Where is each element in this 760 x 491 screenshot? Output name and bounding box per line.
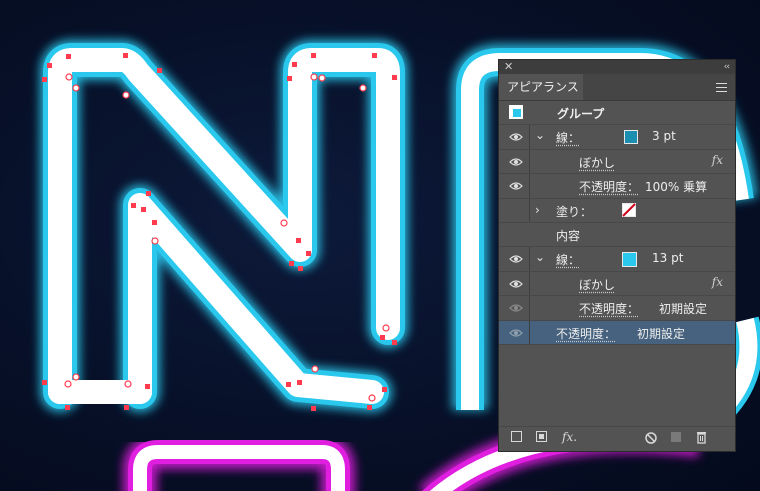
opacity-value[interactable]: 初期設定 bbox=[637, 325, 685, 342]
anchor-points bbox=[42, 53, 397, 411]
blur-label[interactable]: ぼかし bbox=[579, 276, 615, 293]
add-stroke-icon[interactable] bbox=[511, 431, 522, 442]
fx-icon[interactable]: fx bbox=[712, 153, 723, 167]
stroke-color-swatch[interactable] bbox=[624, 130, 638, 145]
anchor-handles bbox=[64, 73, 390, 402]
clear-appearance-icon[interactable] bbox=[645, 432, 657, 444]
close-icon[interactable]: ✕ bbox=[504, 60, 513, 74]
panel-bottom-toolbar: fx. bbox=[499, 426, 735, 451]
row-stroke-3pt[interactable]: ⌄ 線： 3 pt bbox=[499, 125, 735, 150]
row-divider bbox=[529, 125, 530, 149]
opacity-label[interactable]: 不透明度： bbox=[579, 300, 639, 317]
row-blur[interactable]: ぼかし fx bbox=[499, 149, 735, 175]
trash-icon[interactable] bbox=[696, 431, 707, 444]
row-opacity-default-selected[interactable]: 不透明度： 初期設定 bbox=[499, 320, 735, 345]
stroke-color-swatch[interactable] bbox=[622, 252, 637, 268]
tab-appearance[interactable]: アピアランス bbox=[499, 74, 583, 100]
chevron-right-icon[interactable]: › bbox=[535, 203, 540, 217]
eye-icon[interactable] bbox=[509, 303, 523, 313]
row-opacity-multiply[interactable]: 不透明度： 100% 乗算 bbox=[499, 174, 735, 199]
stroke-width-value[interactable]: 3 pt bbox=[652, 129, 676, 143]
panel-tabbar: アピアランス bbox=[499, 74, 735, 101]
row-divider bbox=[529, 320, 530, 344]
appearance-panel[interactable]: ✕ ‹‹ アピアランス グループ ⌄ 線： 3 pt ぼかし fx 不透明度： … bbox=[498, 59, 736, 452]
opacity-value[interactable]: 初期設定 bbox=[659, 300, 707, 317]
fill-label[interactable]: 塗り： bbox=[556, 203, 592, 220]
blur-label[interactable]: ぼかし bbox=[579, 154, 615, 171]
row-fill[interactable]: › 塗り： bbox=[499, 198, 735, 223]
contents-label: 内容 bbox=[556, 228, 581, 243]
row-blur-2[interactable]: ぼかし fx bbox=[499, 271, 735, 297]
row-divider bbox=[529, 271, 530, 296]
panel-titlebar[interactable]: ✕ ‹‹ bbox=[499, 60, 735, 74]
row-divider bbox=[529, 247, 530, 271]
opacity-value[interactable]: 100% 乗算 bbox=[645, 178, 707, 195]
stroke-width-value[interactable]: 13 pt bbox=[652, 251, 683, 265]
eye-icon[interactable] bbox=[509, 132, 523, 142]
eye-icon[interactable] bbox=[509, 328, 523, 338]
row-divider bbox=[529, 198, 530, 222]
eye-icon[interactable] bbox=[509, 181, 523, 191]
fx-icon[interactable]: fx bbox=[712, 275, 723, 289]
stroke-label[interactable]: 線： bbox=[556, 251, 580, 268]
row-divider bbox=[529, 174, 530, 198]
panel-menu-icon[interactable] bbox=[716, 83, 727, 95]
neon-letter-n[interactable] bbox=[40, 40, 408, 412]
chevron-down-icon[interactable]: ⌄ bbox=[535, 250, 545, 264]
group-label: グループ bbox=[557, 107, 605, 121]
add-effect-icon[interactable]: fx. bbox=[562, 430, 577, 444]
eye-icon[interactable] bbox=[509, 254, 523, 264]
chevron-down-icon[interactable]: ⌄ bbox=[535, 128, 545, 142]
eye-icon[interactable] bbox=[509, 157, 523, 167]
row-divider bbox=[529, 149, 530, 174]
duplicate-item-icon[interactable] bbox=[671, 432, 681, 442]
eye-icon[interactable] bbox=[509, 279, 523, 289]
row-group[interactable]: グループ bbox=[499, 101, 735, 126]
opacity-label[interactable]: 不透明度： bbox=[579, 178, 639, 195]
group-thumbnail-icon bbox=[509, 105, 523, 119]
row-divider bbox=[529, 296, 530, 320]
opacity-label[interactable]: 不透明度： bbox=[556, 325, 616, 342]
stroke-label[interactable]: 線： bbox=[556, 129, 580, 146]
collapse-icon[interactable]: ‹‹ bbox=[724, 60, 730, 74]
row-opacity-default-inner[interactable]: 不透明度： 初期設定 bbox=[499, 296, 735, 321]
add-fill-icon[interactable] bbox=[536, 431, 547, 442]
row-stroke-13pt[interactable]: ⌄ 線： 13 pt bbox=[499, 247, 735, 272]
row-contents[interactable]: 内容 bbox=[499, 223, 735, 248]
fill-none-swatch[interactable] bbox=[622, 202, 636, 217]
